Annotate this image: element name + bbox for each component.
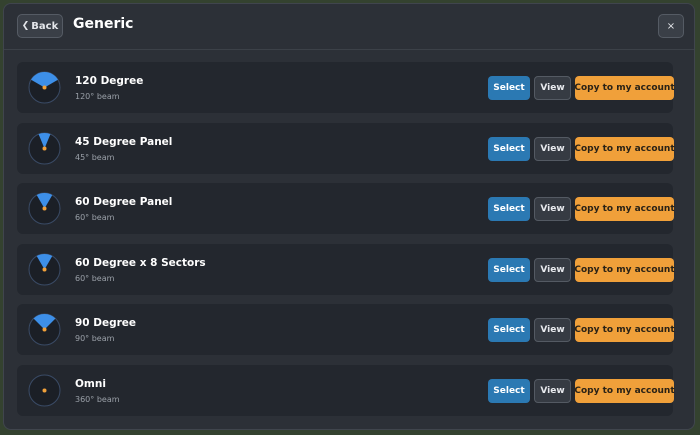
view-button[interactable]: View bbox=[534, 378, 571, 403]
item-name: 45 Degree Panel bbox=[75, 135, 173, 148]
close-icon: × bbox=[666, 20, 676, 32]
list-item: 60 Degree Panel 60° beam Select View Cop… bbox=[17, 183, 675, 234]
close-button[interactable]: × bbox=[658, 14, 684, 38]
page-title: Generic bbox=[73, 16, 134, 32]
item-beam-label: 90° beam bbox=[75, 334, 115, 343]
list-item: 90 Degree 90° beam Select View Copy to m… bbox=[17, 304, 675, 355]
view-button[interactable]: View bbox=[534, 76, 571, 100]
item-beam-label: 360° beam bbox=[75, 394, 120, 404]
item-beam-label: 120° beam bbox=[75, 92, 120, 101]
antenna-beam-icon bbox=[28, 71, 61, 104]
list-item: Omni 360° beam Select View Copy to my ac… bbox=[17, 364, 675, 416]
antenna-list: 120 Degree 120° beam Select View Copy to… bbox=[17, 62, 675, 425]
item-name: 60 Degree x 8 Sectors bbox=[75, 256, 206, 269]
item-beam-label: 60° beam bbox=[75, 213, 115, 222]
back-button-label: Back bbox=[31, 20, 59, 32]
list-item: 60 Degree x 8 Sectors 60° beam Select Vi… bbox=[17, 243, 675, 295]
item-name: 120 Degree bbox=[75, 75, 144, 87]
view-button[interactable]: View bbox=[534, 197, 571, 221]
copy-to-account-button[interactable]: Copy to my account bbox=[574, 76, 675, 100]
list-item: 45 Degree Panel 45° beam Select View Cop… bbox=[17, 122, 675, 174]
select-button[interactable]: Select bbox=[488, 136, 530, 161]
item-beam-label: 60° beam bbox=[75, 273, 115, 283]
copy-to-account-button[interactable]: Copy to my account bbox=[574, 378, 675, 403]
beam-svg bbox=[28, 253, 61, 285]
view-button[interactable]: View bbox=[534, 318, 571, 342]
list-item: 120 Degree 120° beam Select View Copy to… bbox=[17, 62, 675, 113]
antenna-picker-modal: ❮ Back Generic × 120 Degree 120° beam Se… bbox=[3, 3, 695, 430]
copy-to-account-button[interactable]: Copy to my account bbox=[574, 318, 675, 342]
beam-svg bbox=[28, 374, 61, 406]
item-name: 90 Degree bbox=[75, 317, 137, 329]
copy-to-account-button[interactable]: Copy to my account bbox=[574, 197, 675, 221]
beam-svg bbox=[28, 132, 61, 164]
antenna-beam-icon bbox=[28, 313, 61, 346]
copy-to-account-button[interactable]: Copy to my account bbox=[574, 136, 675, 161]
item-beam-label: 45° beam bbox=[75, 152, 115, 162]
item-name: 60 Degree Panel bbox=[75, 196, 173, 208]
select-button[interactable]: Select bbox=[488, 318, 530, 342]
beam-svg bbox=[28, 192, 61, 225]
antenna-beam-icon bbox=[28, 132, 61, 165]
antenna-beam-icon bbox=[28, 374, 61, 407]
beam-svg bbox=[28, 313, 61, 346]
select-button[interactable]: Select bbox=[488, 378, 530, 403]
item-name: Omni bbox=[75, 377, 106, 390]
antenna-beam-icon bbox=[28, 192, 61, 225]
select-button[interactable]: Select bbox=[488, 76, 530, 100]
view-button[interactable]: View bbox=[534, 257, 571, 282]
view-button[interactable]: View bbox=[534, 136, 571, 161]
beam-svg bbox=[28, 71, 61, 104]
back-button[interactable]: ❮ Back bbox=[17, 14, 63, 38]
select-button[interactable]: Select bbox=[488, 257, 530, 282]
copy-to-account-button[interactable]: Copy to my account bbox=[574, 257, 675, 282]
antenna-beam-icon bbox=[28, 253, 61, 286]
select-button[interactable]: Select bbox=[488, 197, 530, 221]
modal-header: ❮ Back Generic × bbox=[4, 4, 694, 50]
chevron-left-icon: ❮ bbox=[21, 20, 30, 31]
